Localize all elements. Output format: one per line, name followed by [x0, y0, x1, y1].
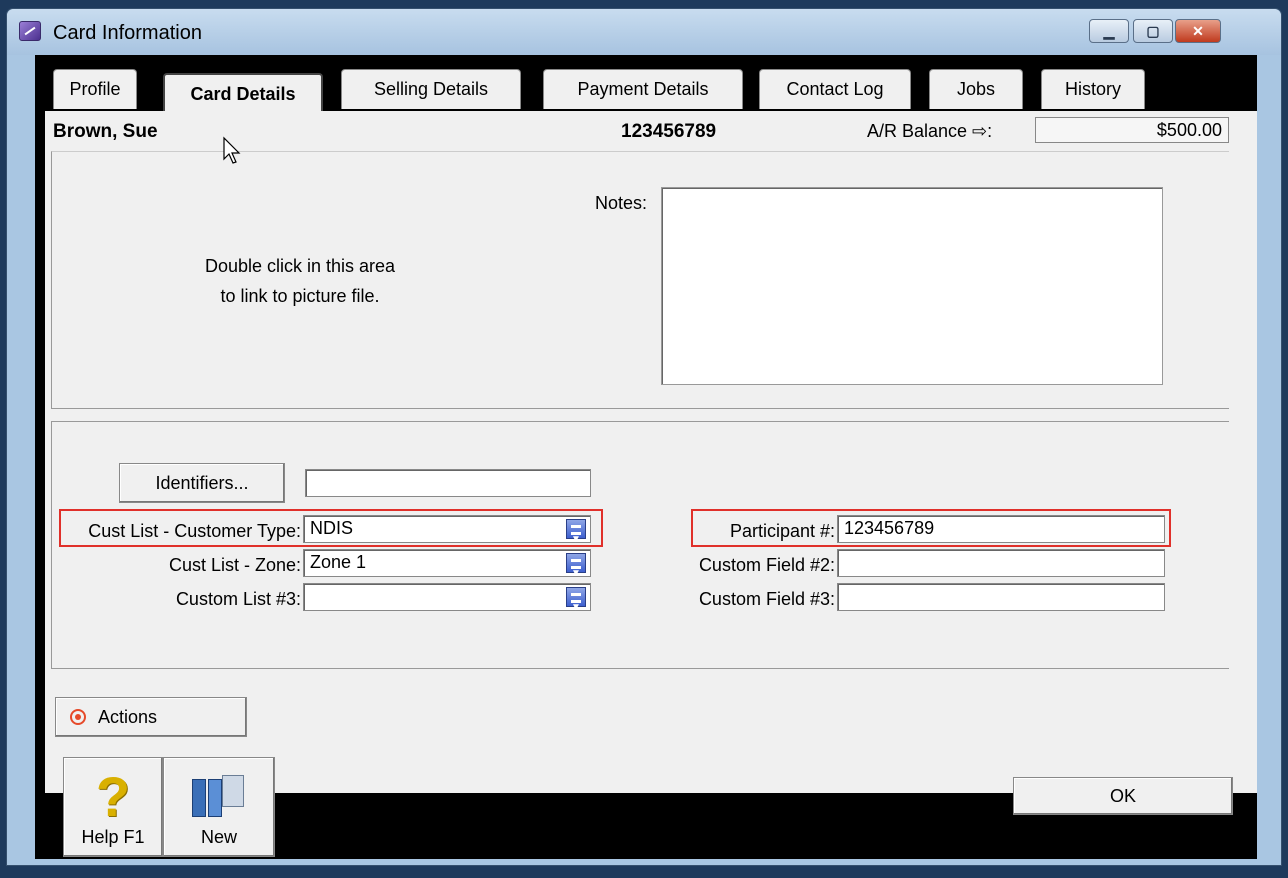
list-dropdown-icon[interactable]: ▬ ▬ ▼: [566, 553, 586, 579]
card-name: Brown, Sue: [53, 121, 158, 142]
tab-contact-log[interactable]: Contact Log: [759, 69, 911, 109]
tab-strip: Profile Card Details Selling Details Pay…: [35, 55, 1257, 113]
actions-target-icon: [70, 709, 86, 725]
ok-button[interactable]: OK: [1013, 777, 1233, 815]
new-label: New: [200, 827, 237, 847]
maximize-button[interactable]: ▢: [1133, 19, 1173, 43]
minimize-icon: ▁: [1103, 22, 1115, 39]
maximize-icon: ▢: [1146, 22, 1160, 39]
ar-balance-label[interactable]: A/R Balance ⇨:: [867, 121, 992, 142]
notes-label: Notes:: [595, 193, 648, 213]
window-client: Profile Card Details Selling Details Pay…: [35, 55, 1257, 859]
customer-type-highlight: [59, 509, 603, 547]
card-id: 123456789: [621, 121, 717, 142]
custom-field-3-input[interactable]: [837, 583, 1165, 611]
close-icon: ✕: [1192, 22, 1204, 39]
custom-list-3-combo[interactable]: ▬ ▬ ▼: [303, 583, 591, 613]
close-button[interactable]: ✕: [1175, 19, 1221, 43]
custom-field-3-label: Custom Field #3:: [698, 589, 835, 609]
help-button[interactable]: ? Help F1: [63, 757, 163, 857]
list-dropdown-icon[interactable]: ▬ ▬ ▼: [566, 587, 586, 613]
new-button[interactable]: New: [163, 757, 275, 857]
actions-label: Actions: [98, 706, 158, 727]
notes-textarea[interactable]: [661, 187, 1163, 385]
tab-profile[interactable]: Profile: [53, 69, 137, 109]
picture-hint-line1: Double click in this area: [204, 256, 396, 276]
card-information-window: Card Information ▁ ▢ ✕ Profile Card Deta…: [6, 8, 1282, 866]
tab-history[interactable]: History: [1041, 69, 1145, 109]
custom-field-2-input[interactable]: [837, 549, 1165, 577]
custom-field-2-label: Custom Field #2:: [698, 555, 835, 575]
app-icon: [19, 21, 41, 41]
identifiers-button[interactable]: Identifiers...: [119, 463, 285, 503]
tab-jobs[interactable]: Jobs: [929, 69, 1023, 109]
help-question-icon: ?: [95, 765, 131, 828]
picture-hint-line2: to link to picture file.: [220, 286, 380, 306]
tab-payment-details[interactable]: Payment Details: [543, 69, 743, 109]
minimize-button[interactable]: ▁: [1089, 19, 1129, 43]
help-label: Help F1: [81, 827, 145, 847]
new-card-icon: [192, 771, 246, 819]
participant-highlight: [691, 509, 1171, 547]
window-title: Card Information: [53, 22, 202, 44]
custom-list-2-combo[interactable]: Zone 1 ▬ ▬ ▼: [303, 549, 591, 579]
custom-list-2-label: Cust List - Zone:: [168, 555, 301, 575]
title-bar[interactable]: Card Information ▁ ▢ ✕: [7, 9, 1281, 55]
actions-button[interactable]: Actions: [55, 697, 247, 737]
identifiers-field[interactable]: [305, 469, 591, 497]
mouse-cursor-icon: [223, 136, 241, 164]
custom-list-2-value: Zone 1: [310, 552, 367, 572]
tab-selling-details[interactable]: Selling Details: [341, 69, 521, 109]
custom-list-3-label: Custom List #3:: [175, 589, 301, 609]
ar-balance-value: $500.00: [1035, 117, 1229, 143]
picture-area[interactable]: Double click in this area to link to pic…: [35, 251, 565, 311]
tab-card-details[interactable]: Card Details: [163, 73, 323, 113]
